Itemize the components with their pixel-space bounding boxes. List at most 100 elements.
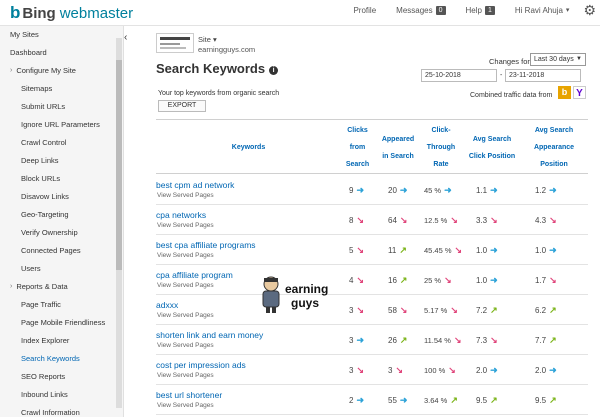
keyword-link[interactable]: best cpm ad network xyxy=(156,180,234,190)
sidebar-item-deep-links[interactable]: Deep Links xyxy=(0,152,123,170)
cell-avg-click: 9.5 ↗ xyxy=(476,385,498,415)
date-range-select[interactable]: Last 30 days ▼ xyxy=(530,53,586,66)
sidebar-item-label: Verify Ownership xyxy=(21,228,78,237)
trend-down-icon: ↘ xyxy=(490,334,498,345)
sidebar-item-ignore-url-parameters[interactable]: Ignore URL Parameters xyxy=(0,116,123,134)
view-served-pages-link[interactable]: View Served Pages xyxy=(157,222,214,229)
bing-source-icon[interactable]: b xyxy=(558,86,571,99)
sidebar-item-label: Block URLs xyxy=(21,174,61,183)
trend-flat-icon: ➜ xyxy=(490,274,498,285)
sidebar-item-search-keywords[interactable]: Search Keywords xyxy=(0,350,123,368)
cell-ctr: 45.45 % ↘ xyxy=(424,235,462,265)
cell-value: 2.0 xyxy=(535,365,547,375)
view-served-pages-link[interactable]: View Served Pages xyxy=(157,372,214,379)
date-to-input[interactable]: 23-11-2018 xyxy=(505,69,581,82)
sidebar-item-crawl-information[interactable]: Crawl Information xyxy=(0,404,123,417)
keyword-link[interactable]: cpa networks xyxy=(156,210,206,220)
sidebar-item-configure-my-site[interactable]: › Configure My Site xyxy=(0,62,123,80)
sidebar-item-submit-urls[interactable]: Submit URLs xyxy=(0,98,123,116)
sidebar-item-inbound-links[interactable]: Inbound Links xyxy=(0,386,123,404)
col-header-clicks[interactable]: Clicks from Search xyxy=(339,120,376,175)
date-from-input[interactable]: 25-10-2018 xyxy=(421,69,497,82)
gear-icon[interactable]: ⚙ xyxy=(583,2,596,19)
sidebar-item-seo-reports[interactable]: SEO Reports xyxy=(0,368,123,386)
help-link[interactable]: Help 1 xyxy=(466,5,495,15)
info-icon[interactable]: i xyxy=(269,66,279,75)
cell-appeared: 58 ↘ xyxy=(388,295,407,325)
view-served-pages-link[interactable]: View Served Pages xyxy=(157,342,214,349)
trend-flat-icon: ➜ xyxy=(549,184,557,195)
combined-traffic-label: Combined traffic data from xyxy=(470,92,553,99)
view-served-pages-link[interactable]: View Served Pages xyxy=(157,402,214,409)
table-row: best cpa affiliate programs View Served P… xyxy=(156,235,588,265)
date-range-value: Last 30 days xyxy=(534,56,574,63)
sidebar-item-connected-pages[interactable]: Connected Pages xyxy=(0,242,123,260)
watermark-line2: guys xyxy=(291,296,319,310)
cell-value: 45 % xyxy=(424,185,442,195)
bing-webmaster-logo[interactable]: b Bing webmaster xyxy=(10,3,133,23)
sidebar-item-label: Configure My Site xyxy=(16,66,76,75)
keyword-link[interactable]: best cpa affiliate programs xyxy=(156,240,256,250)
sidebar-item-sitemaps[interactable]: Sitemaps xyxy=(0,80,123,98)
table-row: shorten link and earn money View Served P… xyxy=(156,325,588,355)
keyword-link[interactable]: cost per impression ads xyxy=(156,360,246,370)
sidebar-item-label: Crawl Control xyxy=(21,138,67,147)
sidebar-item-reports-data[interactable]: › Reports & Data xyxy=(0,278,123,296)
sidebar-item-index-explorer[interactable]: Index Explorer xyxy=(0,332,123,350)
keyword-link[interactable]: cpa affiliate program xyxy=(156,270,233,280)
col-header-appeared[interactable]: Appeared in Search xyxy=(378,120,418,175)
bing-logo-icon: b xyxy=(10,3,21,22)
user-menu[interactable]: Hi Ravi Ahuja ▾ xyxy=(515,6,570,15)
cell-value: 7.2 xyxy=(476,305,488,315)
cell-ctr: 12.5 % ↘ xyxy=(424,205,458,235)
sidebar-item-users[interactable]: Users xyxy=(0,260,123,278)
yahoo-source-icon[interactable]: Y xyxy=(573,86,586,99)
cell-avg-click: 3.3 ↘ xyxy=(476,205,498,235)
sidebar-item-page-traffic[interactable]: Page Traffic xyxy=(0,296,123,314)
sidebar-item-geo-targeting[interactable]: Geo-Targeting xyxy=(0,206,123,224)
sidebar-item-block-urls[interactable]: Block URLs xyxy=(0,170,123,188)
view-served-pages-link[interactable]: View Served Pages xyxy=(157,312,214,319)
view-served-pages-link[interactable]: View Served Pages xyxy=(157,252,214,259)
sidebar-scrollbar-thumb[interactable] xyxy=(116,60,122,270)
site-selector[interactable]: Site ▾ xyxy=(198,35,217,44)
export-button[interactable]: EXPORT xyxy=(158,100,206,112)
cell-value: 6.2 xyxy=(535,305,547,315)
sidebar-item-label: Page Traffic xyxy=(21,300,61,309)
col-header-avg-click-position[interactable]: Avg Search Click Position xyxy=(466,120,518,175)
cell-avg-appear: 7.7 ↗ xyxy=(535,325,557,355)
table-description: Your top keywords from organic search xyxy=(158,90,280,97)
trend-down-icon: ↘ xyxy=(356,304,364,315)
keyword-link[interactable]: shorten link and earn money xyxy=(156,330,263,340)
page-title-wrap: Search Keywords i xyxy=(156,61,279,76)
sidebar-scrollbar[interactable] xyxy=(116,38,122,408)
cell-value: 11 xyxy=(388,245,397,255)
sidebar-item-page-mobile-friendliness[interactable]: Page Mobile Friendliness xyxy=(0,314,123,332)
sidebar-item-label: SEO Reports xyxy=(21,372,66,381)
view-served-pages-link[interactable]: View Served Pages xyxy=(157,192,214,199)
profile-link[interactable]: Profile xyxy=(353,6,376,15)
sidebar-item-my-sites[interactable]: My Sites xyxy=(0,26,123,44)
sidebar-item-dashboard[interactable]: Dashboard xyxy=(0,44,123,62)
sidebar-item-label: Deep Links xyxy=(21,156,59,165)
trend-down-icon: ↘ xyxy=(356,214,364,225)
col-header-keywords[interactable]: Keywords xyxy=(156,120,341,175)
sidebar-item-crawl-control[interactable]: Crawl Control xyxy=(0,134,123,152)
keyword-link[interactable]: best url shortener xyxy=(156,390,222,400)
cell-value: 9.5 xyxy=(476,395,488,405)
messages-link[interactable]: Messages 0 xyxy=(396,5,446,15)
view-served-pages-link[interactable]: View Served Pages xyxy=(157,282,214,289)
sidebar-item-verify-ownership[interactable]: Verify Ownership xyxy=(0,224,123,242)
col-header-avg-appearance-position[interactable]: Avg Search Appearance Position xyxy=(520,120,588,175)
changes-for-label: Changes for xyxy=(489,57,530,66)
date-separator: - xyxy=(500,72,503,79)
col-header-ctr[interactable]: Click-Through Rate xyxy=(422,120,460,175)
sidebar-item-disavow-links[interactable]: Disavow Links xyxy=(0,188,123,206)
trend-down-icon: ↘ xyxy=(453,334,462,345)
trend-down-icon: ↘ xyxy=(399,214,408,225)
sidebar-item-label: Users xyxy=(21,264,41,273)
sidebar-item-label: Disavow Links xyxy=(21,192,69,201)
keyword-link[interactable]: adxxx xyxy=(156,300,178,310)
collapse-sidebar-icon[interactable]: ‹ xyxy=(124,32,127,43)
trend-flat-icon: ➜ xyxy=(490,184,498,195)
